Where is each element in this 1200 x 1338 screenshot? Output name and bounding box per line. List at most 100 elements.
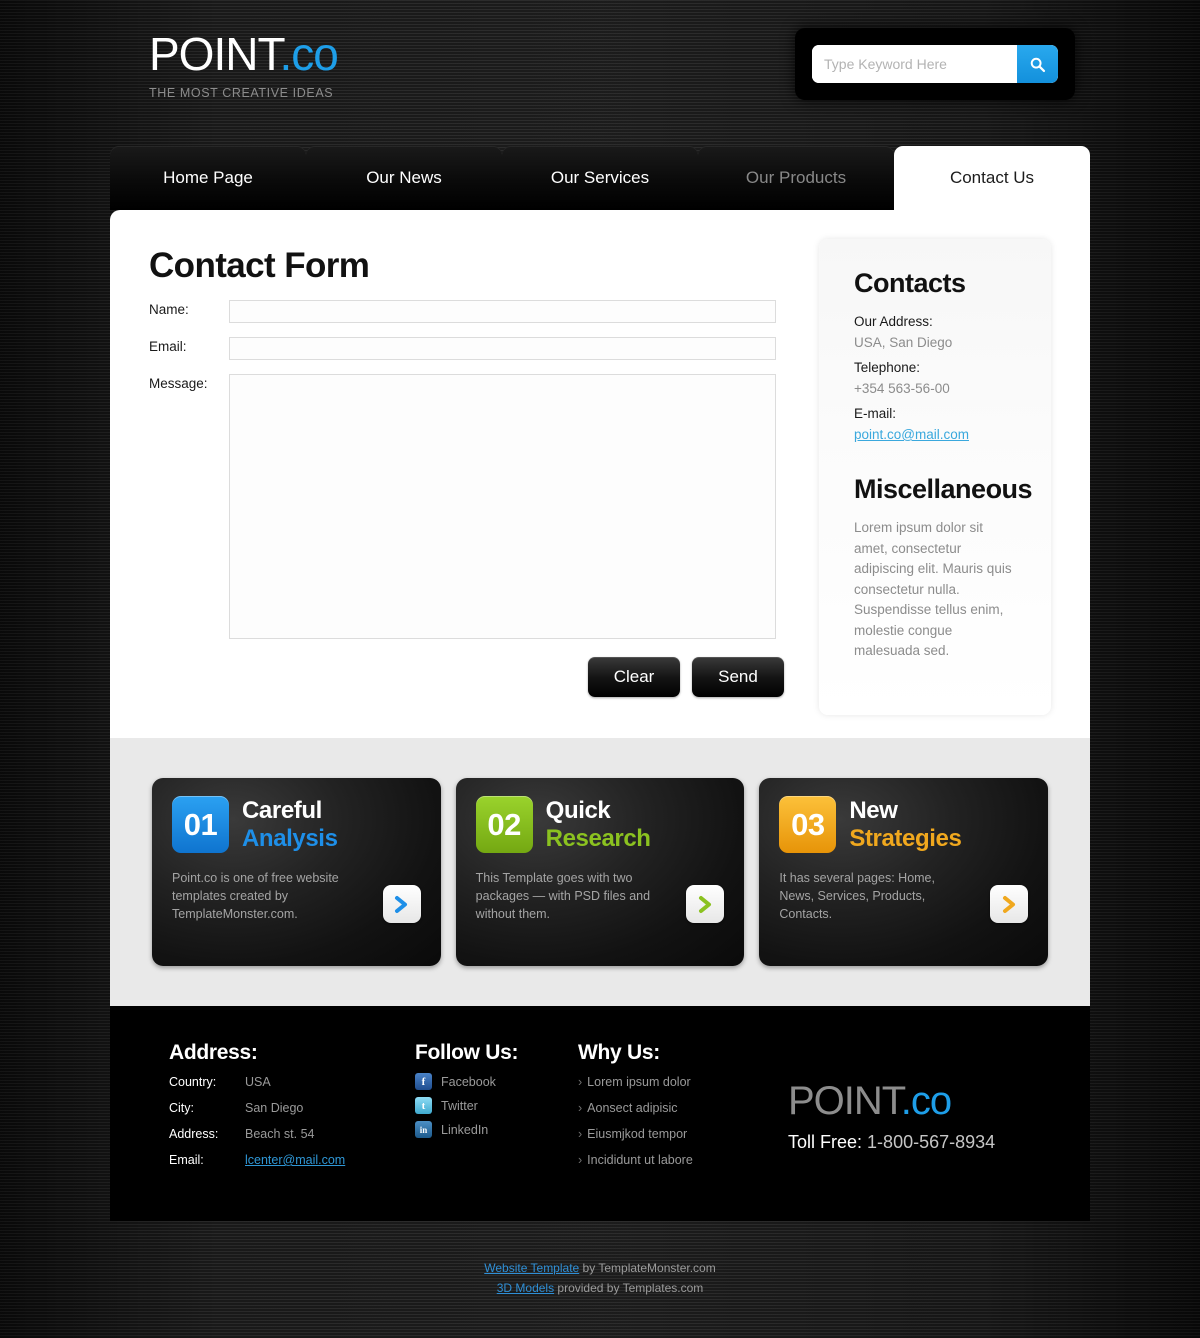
social-link-facebook[interactable]: f Facebook (415, 1073, 585, 1090)
website-template-link[interactable]: Website Template (484, 1261, 579, 1275)
feature-card-quick-research[interactable]: 02 Quick Research This Template goes wit… (455, 778, 745, 966)
card-header: 01 Careful Analysis (172, 796, 421, 853)
footer-address-key: Address: (169, 1127, 219, 1141)
chevron-right-icon: › (578, 1075, 583, 1089)
card-arrow-button[interactable] (990, 885, 1029, 923)
footer-address-value: USA (245, 1075, 271, 1089)
footer-email-link[interactable]: lcenter@mail.com (245, 1153, 345, 1167)
nav-tab-label: Contact Us (949, 168, 1035, 187)
contact-value-email: point.co@mail.com (854, 424, 1025, 445)
card-header: 02 Quick Research (475, 796, 725, 853)
3d-models-link[interactable]: 3D Models (497, 1281, 554, 1295)
credits-block: Website Template by TemplateMonster.com … (0, 1258, 1200, 1298)
send-button[interactable]: Send (692, 657, 784, 697)
footer-address-row-street: Address: Beach st. 54 (169, 1125, 429, 1144)
footer-address-row-country: Country: USA (169, 1073, 429, 1092)
card-number-badge: 03 (779, 796, 837, 853)
footer-logo: POINT.co (788, 1078, 1048, 1124)
card-title-line2: Research (545, 825, 651, 852)
contact-email-link[interactable]: point.co@mail.com (854, 427, 969, 442)
social-label: Twitter (441, 1098, 478, 1113)
why-item-label: Eiusmjkod tempor (587, 1127, 688, 1141)
card-body: This Template goes with two packages — w… (476, 869, 725, 923)
toll-free-number: 1-800-567-8934 (867, 1132, 996, 1152)
chevron-right-icon: › (578, 1101, 583, 1115)
site-logo[interactable]: POINT.co THE MOST CREATIVE IDEAS (149, 28, 339, 100)
credit-line-models: 3D Models provided by Templates.com (0, 1278, 1200, 1298)
card-title-line2: Analysis (242, 825, 338, 852)
social-link-twitter[interactable]: t Twitter (415, 1097, 585, 1114)
name-input[interactable] (229, 300, 776, 323)
social-label: LinkedIn (441, 1122, 489, 1137)
why-list-item[interactable]: › Eiusmjkod tempor (578, 1125, 763, 1144)
footer-address-key: Email: (169, 1153, 204, 1167)
credit-line-template: Website Template by TemplateMonster.com (0, 1258, 1200, 1278)
site-footer: Address: Country: USA City: San Diego Ad… (110, 1006, 1090, 1221)
chevron-right-icon: › (578, 1153, 583, 1167)
nav-tab-contact-us[interactable]: Contact Us (894, 146, 1090, 210)
why-list-item[interactable]: › Aonsect adipisic (578, 1099, 763, 1118)
footer-address-row-city: City: San Diego (169, 1099, 429, 1118)
credit-text: by TemplateMonster.com (579, 1261, 716, 1275)
why-item-label: Aonsect adipisic (587, 1101, 678, 1115)
clear-button[interactable]: Clear (588, 657, 680, 697)
feature-card-careful-analysis[interactable]: 01 Careful Analysis Point.co is one of f… (152, 778, 441, 966)
why-item-label: Incididunt ut labore (587, 1153, 693, 1167)
card-arrow-button[interactable] (382, 885, 421, 923)
card-description: This Template goes with two packages — w… (475, 871, 651, 921)
message-textarea[interactable] (229, 374, 776, 639)
nav-tab-home-page[interactable]: Home Page (110, 146, 306, 210)
form-row-email: Email: (149, 337, 814, 360)
why-list-item[interactable]: › Lorem ipsum dolor (578, 1073, 763, 1092)
footer-address-key: City: (169, 1101, 194, 1115)
card-title-group: Careful Analysis (242, 796, 338, 853)
footer-address-value: San Diego (245, 1101, 304, 1115)
card-body: Point.co is one of free website template… (172, 869, 421, 923)
footer-logo-accent: .co (900, 1079, 952, 1123)
card-title-group: Quick Research (546, 796, 651, 853)
footer-why-heading: Why Us: (578, 1041, 660, 1064)
message-label: Message: (149, 376, 208, 391)
linkedin-icon: in (415, 1121, 432, 1138)
credit-text: provided by Templates.com (554, 1281, 704, 1295)
social-link-linkedin[interactable]: in LinkedIn (415, 1121, 585, 1138)
footer-address-value: lcenter@mail.com (245, 1151, 345, 1170)
card-arrow-button[interactable] (686, 885, 725, 923)
logo-main-text: POINT (149, 28, 280, 80)
email-input[interactable] (229, 337, 776, 360)
footer-logo-main: POINT (788, 1079, 902, 1123)
social-label: Facebook (441, 1074, 496, 1089)
card-number-badge: 01 (172, 796, 229, 853)
page-title: Contact Form (149, 246, 370, 285)
contact-term-address: Our Address: (854, 314, 933, 329)
footer-address-block: Address: Country: USA City: San Diego Ad… (169, 1040, 429, 1170)
toll-free-label: Toll Free: (788, 1132, 863, 1152)
footer-address-value: Beach st. 54 (245, 1127, 315, 1141)
logo-tagline: THE MOST CREATIVE IDEAS (149, 86, 334, 100)
feature-card-new-strategies[interactable]: 03 New Strategies It has several pages: … (759, 778, 1049, 966)
chevron-right-icon (698, 895, 711, 913)
facebook-icon: f (415, 1073, 432, 1090)
nav-tab-our-services[interactable]: Our Services (502, 146, 698, 210)
search-icon (1030, 57, 1046, 72)
logo-wordmark: POINT.co (149, 28, 339, 80)
footer-follow-block: Follow Us: f Facebook t Twitter in Linke… (415, 1040, 585, 1138)
feature-cards: 01 Careful Analysis Point.co is one of f… (110, 738, 1090, 1006)
card-body: It has several pages: Home, News, Servic… (779, 869, 1029, 923)
nav-tab-our-news[interactable]: Our News (306, 146, 502, 210)
form-row-name: Name: (149, 300, 814, 323)
nav-tab-our-products[interactable]: Our Products (698, 146, 894, 210)
card-description: Point.co is one of free website template… (172, 871, 339, 921)
chevron-right-icon: › (578, 1127, 583, 1141)
why-list-item[interactable]: › Incididunt ut labore (578, 1151, 763, 1170)
search-input[interactable] (812, 45, 1017, 83)
search-button[interactable] (1017, 45, 1058, 83)
footer-brand-block: POINT.co Toll Free: 1-800-567-8934 (788, 1078, 1048, 1153)
card-title-line1: New (849, 797, 898, 824)
footer-why-block: Why Us: › Lorem ipsum dolor › Aonsect adip… (578, 1040, 763, 1170)
twitter-icon: t (415, 1097, 432, 1114)
main-navigation: Home Page Our News Our Services Our Prod… (110, 146, 1090, 210)
miscellaneous-heading: Miscellaneous (854, 474, 1033, 504)
card-description: It has several pages: Home, News, Servic… (779, 871, 935, 921)
nav-tab-label: Home Page (163, 168, 253, 187)
